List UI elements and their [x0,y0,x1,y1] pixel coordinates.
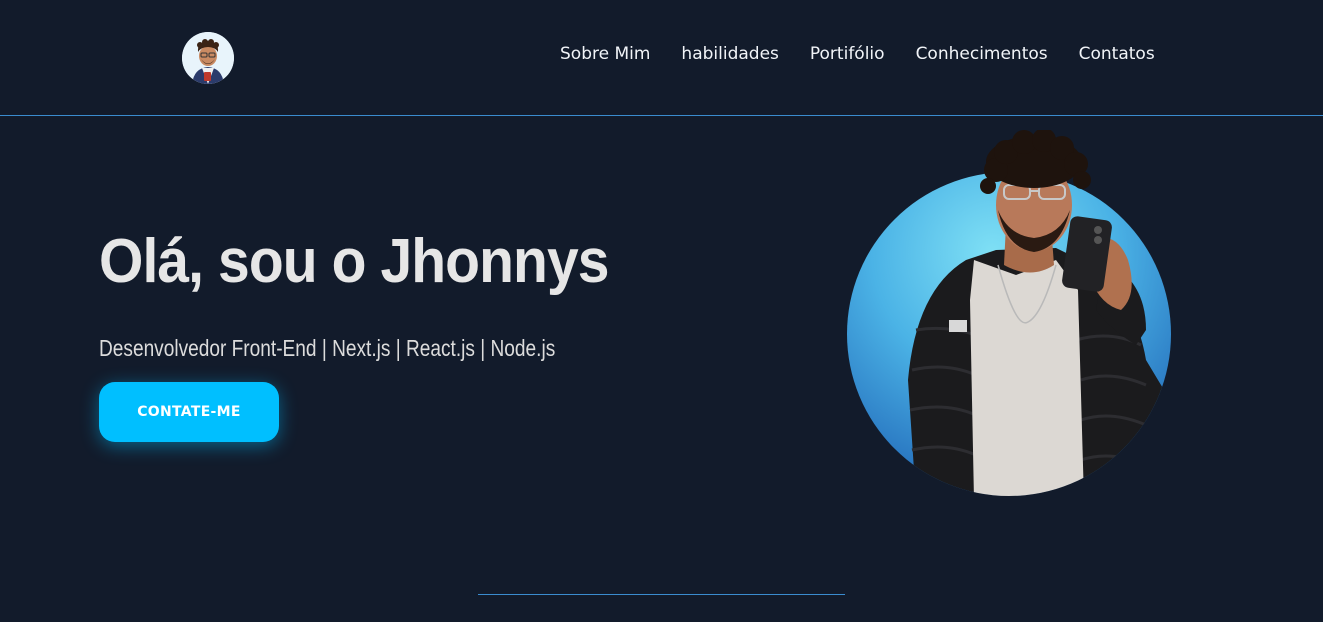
logo-avatar[interactable] [182,32,234,84]
nav-link-conhecimentos[interactable]: Conhecimentos [916,44,1048,64]
main-nav: Sobre Mim habilidades Portifólio Conheci… [560,44,1155,64]
nav-link-contatos[interactable]: Contatos [1079,44,1155,64]
avatar-icon [182,32,234,84]
hero-subtitle: Desenvolvedor Front-End | Next.js | Reac… [99,335,556,361]
nav-link-portifolio[interactable]: Portifólio [810,44,885,64]
section-divider [478,594,845,595]
hero-title: Olá, sou o Jhonnys [99,227,609,296]
profile-photo [846,130,1196,500]
nav-link-sobre-mim[interactable]: Sobre Mim [560,44,650,64]
contact-button[interactable]: CONTATE-ME [99,382,279,442]
nav-link-habilidades[interactable]: habilidades [681,44,778,64]
site-header: Sobre Mim habilidades Portifólio Conheci… [0,0,1323,116]
profile-person-illustration [908,130,1182,496]
